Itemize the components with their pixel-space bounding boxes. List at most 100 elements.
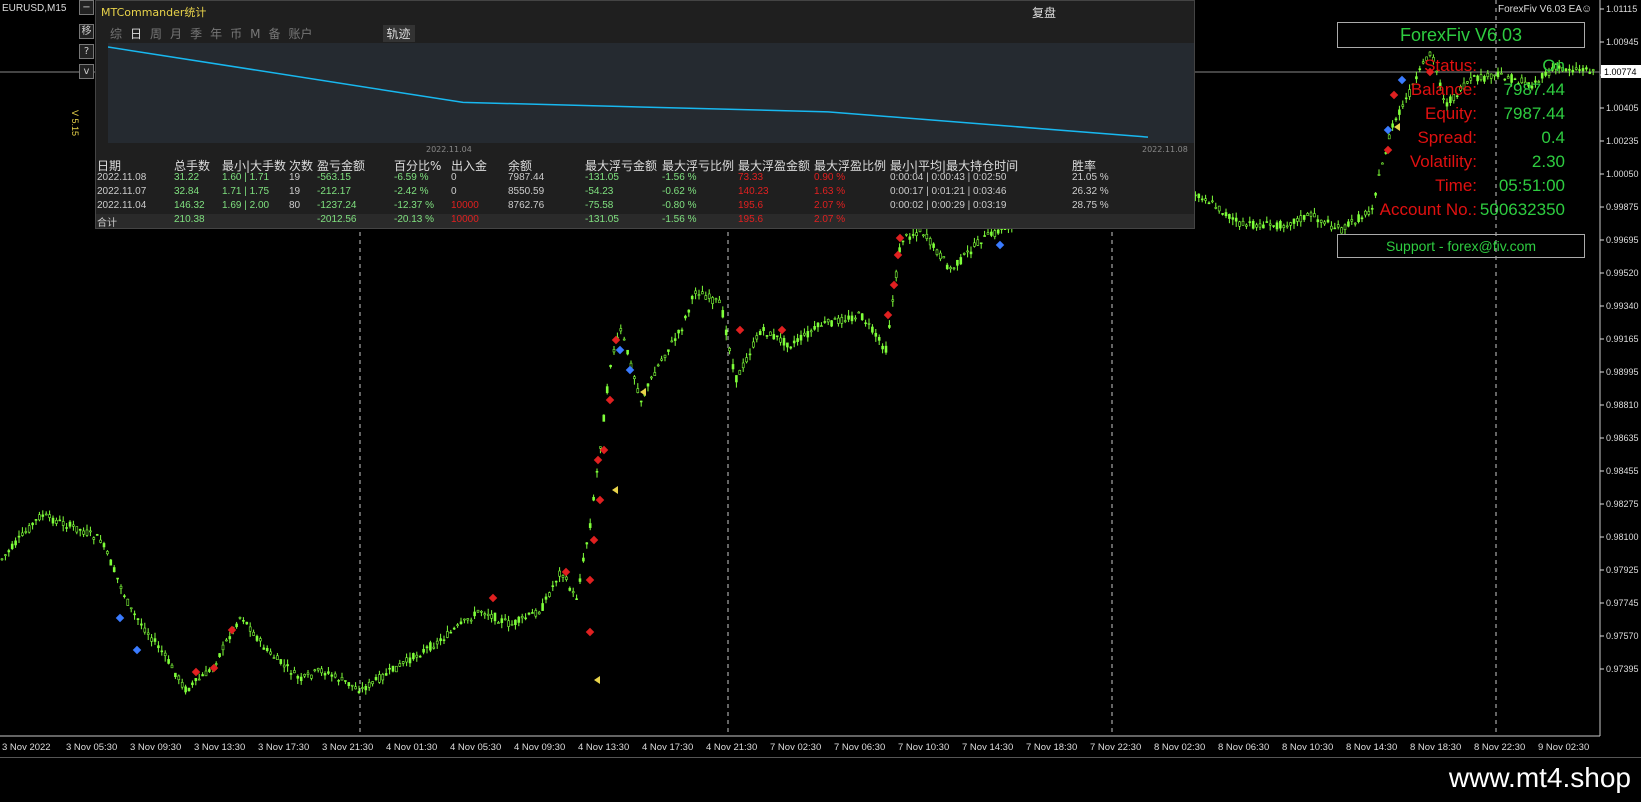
candle-body [401,661,405,664]
table-row: 2022.11.08 31.22 1.60 | 1.71 19 -563.15 -6.59… [96,172,1194,186]
candle-body [1214,207,1218,209]
cell: 7987.44 [508,172,545,183]
candle-body [813,326,816,330]
candle-body [442,639,446,642]
candle-body [238,616,242,619]
arrow-marker [594,676,600,684]
forexfiv-row: Equity: 7987.44 [1337,104,1587,128]
candle-body [677,329,680,334]
candle-body [932,243,935,248]
candle-body [1262,224,1265,229]
cell: 19 [289,172,301,183]
candle-body [1197,193,1201,199]
price-tick-label: 0.99875 [1606,202,1639,212]
forexfiv-key: Volatility: [1409,152,1477,171]
candle-body [792,340,796,344]
candle-body [1248,221,1252,223]
candle-body [711,297,714,304]
candle-body [350,684,354,687]
minimize-button[interactable]: − [79,0,94,15]
candle-body [752,341,755,348]
price-tick-label: 0.99165 [1606,334,1639,344]
cell: 195.6 [738,200,764,211]
curve-start-date: 2022.11.04 [426,145,472,154]
candle-body [354,686,357,690]
tab-4[interactable]: 季 [190,25,202,42]
price-tick-label: 0.97925 [1606,565,1639,575]
tab-9[interactable]: 账户 [288,25,312,42]
tab-0[interactable]: 综 [110,25,122,42]
candle-body [486,613,490,616]
cell: 210.38 [174,214,205,225]
candle-body [833,318,837,320]
tab-3[interactable]: 月 [170,25,182,42]
candle-body [255,635,259,641]
candle-body [1200,198,1204,201]
candle-body [959,257,963,265]
collapse-button[interactable]: v [79,64,94,79]
candle-body [636,388,640,393]
candle-body [762,327,765,331]
forexfiv-row: Spread: 0.4 [1337,128,1587,152]
candle-body [697,294,701,296]
candle-body [524,617,527,620]
candle-body [952,267,956,270]
trade-marker [132,645,142,655]
candle-body [619,328,623,332]
reset-button[interactable]: 复盘 [1032,4,1056,21]
candle-body [704,295,708,300]
tab-1[interactable]: 日 [130,25,142,42]
candle-body [1251,220,1255,229]
candle-body [303,674,306,677]
mtcommander-panel: MTCommander统计 复盘 综日周月季年币 M 备账户 轨迹 2022.11.0… [95,0,1195,229]
candle-body [493,612,497,622]
tab-8[interactable]: 备 [268,25,280,42]
candle-body [1255,224,1258,228]
cell: 28.75 % [1072,200,1109,211]
trade-marker [593,455,603,465]
time-tick-label: 4 Nov 01:30 [386,742,437,753]
trade-marker [115,613,125,623]
candle-body [612,349,616,353]
candle-body [796,338,799,342]
candle-body [690,295,694,300]
tab-2[interactable]: 周 [150,25,162,42]
candle-body [1299,215,1303,223]
cell: 2022.11.04 [97,200,147,211]
move-button[interactable]: 移 [79,24,94,39]
candle-body [945,264,949,270]
cell: -563.15 [317,172,351,183]
cell: -0.62 % [662,186,697,197]
track-button[interactable]: 轨迹 [382,25,415,42]
candle-body [1279,220,1282,229]
tab-5[interactable]: 年 [210,25,222,42]
candle-body [429,642,432,651]
candle-body [4,554,7,556]
trade-marker [227,625,237,635]
candle-body [160,650,164,653]
table-row: 2022.11.04 146.32 1.69 | 2.00 80 -1237.24 -12… [96,200,1194,214]
price-tick-label: 0.98635 [1606,433,1639,443]
cell: 31.22 [174,172,200,183]
candle-body [1292,218,1296,224]
candle-body [915,232,918,236]
candle-body [184,686,187,693]
candle-body [558,570,561,577]
candle-body [153,638,157,642]
tab-6[interactable]: 币 [230,25,242,42]
candle-body [653,372,657,376]
candle-body [1204,198,1207,201]
candle-body [605,386,609,394]
candle-body [187,687,191,692]
cell: 0.90 % [814,172,846,183]
support-link[interactable]: Support - forex@fiv.com [1337,234,1585,258]
cell: -12.37 % [394,200,435,211]
cell: 合计 [97,218,117,229]
time-tick-label: 4 Nov 13:30 [578,742,629,753]
tab-7[interactable]: M [250,27,260,41]
candle-body [894,271,898,278]
candle-body [405,657,408,663]
candle-body [976,239,980,246]
candle-body [282,664,286,668]
help-button[interactable]: ? [79,44,94,59]
